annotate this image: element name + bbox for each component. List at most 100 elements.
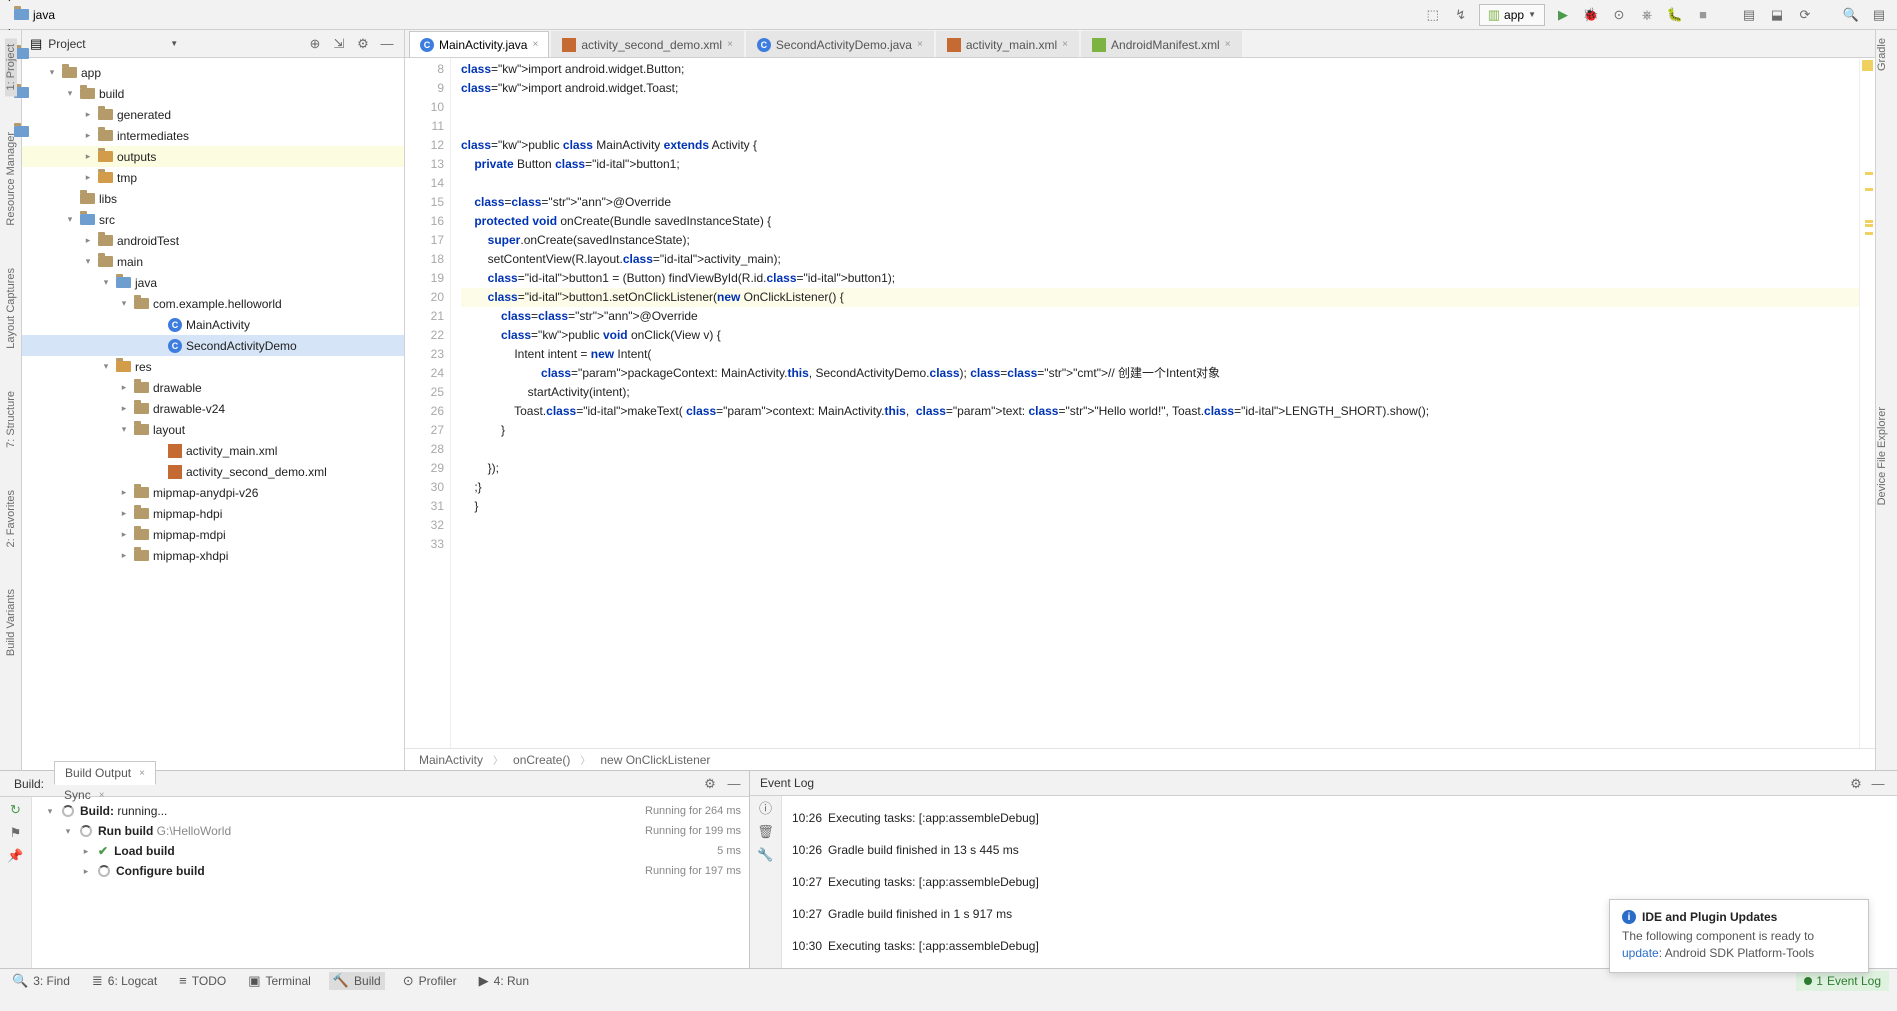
pin-icon[interactable]: 📌 bbox=[7, 849, 23, 862]
editor-breadcrumb-item[interactable]: onCreate() bbox=[513, 753, 570, 767]
run-config-selector[interactable]: ▥ app ▼ bbox=[1479, 4, 1545, 26]
event-log-row[interactable]: 10:26Executing tasks: [:app:assembleDebu… bbox=[792, 802, 1887, 834]
debug-icon[interactable]: 🐞 bbox=[1581, 5, 1601, 25]
chevron-icon[interactable]: ▸ bbox=[82, 109, 94, 120]
gear-icon[interactable]: ⚙ bbox=[701, 775, 719, 793]
gear-icon[interactable]: ⚙ bbox=[1847, 774, 1865, 792]
chevron-icon[interactable]: ▸ bbox=[82, 151, 94, 162]
project-tree[interactable]: ▾app▾build▸generated▸intermediates▸outpu… bbox=[22, 58, 404, 770]
tree-node[interactable]: activity_second_demo.xml bbox=[22, 461, 404, 482]
close-icon[interactable]: × bbox=[139, 768, 145, 779]
chevron-icon[interactable]: ▸ bbox=[82, 172, 94, 183]
tree-node[interactable]: ▾main bbox=[22, 251, 404, 272]
stripe-favorites[interactable]: 2: Favorites bbox=[5, 484, 17, 553]
stripe-device-file-explorer[interactable]: Device File Explorer bbox=[1876, 399, 1888, 513]
tree-node[interactable]: ▸mipmap-hdpi bbox=[22, 503, 404, 524]
tree-node[interactable]: ▸tmp bbox=[22, 167, 404, 188]
chevron-icon[interactable]: ▸ bbox=[118, 508, 130, 519]
editor-code[interactable]: class="kw">import android.widget.Button;… bbox=[451, 58, 1859, 748]
tree-node[interactable]: ▸drawable-v24 bbox=[22, 398, 404, 419]
avd-manager-icon[interactable]: ▤ bbox=[1739, 5, 1759, 25]
wrench-icon[interactable]: 🔧 bbox=[757, 848, 773, 861]
chevron-icon[interactable]: ▾ bbox=[100, 361, 112, 372]
delete-icon[interactable]: 🗑 bbox=[757, 825, 774, 838]
build-tab[interactable]: Build Output× bbox=[54, 761, 156, 785]
stripe-resource-manager[interactable]: Resource Manager bbox=[5, 126, 17, 232]
tree-node[interactable]: libs bbox=[22, 188, 404, 209]
chevron-icon[interactable]: ▸ bbox=[118, 487, 130, 498]
stripe-structure[interactable]: 7: Structure bbox=[5, 385, 17, 454]
sync-icon[interactable]: ↯ bbox=[1451, 5, 1471, 25]
dropdown-icon[interactable]: ▼ bbox=[170, 39, 178, 48]
editor-tab[interactable]: activity_main.xml× bbox=[936, 31, 1079, 57]
stripe-layout-captures[interactable]: Layout Captures bbox=[5, 262, 17, 355]
tree-node[interactable]: activity_main.xml bbox=[22, 440, 404, 461]
chevron-icon[interactable]: ▸ bbox=[118, 550, 130, 561]
status-item[interactable]: 🔍3: Find bbox=[8, 972, 74, 990]
tree-node[interactable]: ▾java bbox=[22, 272, 404, 293]
settings-icon[interactable]: ▤ bbox=[1869, 5, 1889, 25]
tree-node[interactable]: ▸drawable bbox=[22, 377, 404, 398]
hide-icon[interactable]: — bbox=[725, 775, 743, 793]
info-icon[interactable]: ⓘ bbox=[759, 802, 772, 815]
tree-node[interactable]: ▾src bbox=[22, 209, 404, 230]
chevron-icon[interactable]: ▾ bbox=[46, 67, 58, 78]
search-icon[interactable]: 🔍 bbox=[1841, 5, 1861, 25]
tree-node[interactable]: ▸generated bbox=[22, 104, 404, 125]
rerun-icon[interactable]: ↻ bbox=[10, 803, 21, 816]
tree-node[interactable]: ▸mipmap-mdpi bbox=[22, 524, 404, 545]
event-log-row[interactable]: 10:26Gradle build finished in 13 s 445 m… bbox=[792, 834, 1887, 866]
chevron-icon[interactable]: ▾ bbox=[100, 277, 112, 288]
collapse-icon[interactable]: ⇲ bbox=[330, 35, 348, 53]
chevron-icon[interactable]: ▸ bbox=[82, 130, 94, 141]
update-balloon[interactable]: i IDE and Plugin Updates The following c… bbox=[1609, 899, 1869, 973]
editor-tab[interactable]: activity_second_demo.xml× bbox=[551, 31, 744, 57]
tree-node[interactable]: ▾build bbox=[22, 83, 404, 104]
sdk-manager-icon[interactable]: ⬓ bbox=[1767, 5, 1787, 25]
build-tree[interactable]: ▾Build: running...Running for 264 ms▾Run… bbox=[32, 797, 749, 968]
tree-node[interactable]: ▾com.example.helloworld bbox=[22, 293, 404, 314]
attach-debugger-icon[interactable]: 🐛 bbox=[1665, 5, 1685, 25]
status-item[interactable]: ⊙Profiler bbox=[399, 972, 461, 990]
stripe-gradle[interactable]: Gradle bbox=[1876, 30, 1888, 79]
stripe-build-variants[interactable]: Build Variants bbox=[5, 583, 17, 662]
status-item[interactable]: 🔨Build bbox=[329, 972, 385, 990]
editor-tab[interactable]: AndroidManifest.xml× bbox=[1081, 31, 1242, 57]
hide-icon[interactable]: — bbox=[378, 35, 396, 53]
tree-node[interactable]: ▾app bbox=[22, 62, 404, 83]
stripe-project[interactable]: 1: Project bbox=[5, 38, 17, 96]
filter-icon[interactable]: ⚑ bbox=[10, 826, 22, 839]
chevron-icon[interactable]: ▾ bbox=[118, 298, 130, 309]
run-icon[interactable]: ▶ bbox=[1553, 5, 1573, 25]
coverage-icon[interactable]: ⎈ bbox=[1637, 5, 1657, 25]
tree-node[interactable]: ▸androidTest bbox=[22, 230, 404, 251]
status-item[interactable]: ≡TODO bbox=[175, 972, 230, 990]
editor-breadcrumb-item[interactable]: new OnClickListener bbox=[600, 753, 710, 767]
editor-tab[interactable]: CSecondActivityDemo.java× bbox=[746, 31, 934, 57]
chevron-icon[interactable]: ▸ bbox=[118, 403, 130, 414]
close-icon[interactable]: × bbox=[917, 39, 923, 50]
stop-icon[interactable]: ■ bbox=[1693, 5, 1713, 25]
close-icon[interactable]: × bbox=[1062, 39, 1068, 50]
tree-node[interactable]: ▸mipmap-anydpi-v26 bbox=[22, 482, 404, 503]
tree-node[interactable]: CMainActivity bbox=[22, 314, 404, 335]
tree-node[interactable]: ▸intermediates bbox=[22, 125, 404, 146]
editor-tab[interactable]: CMainActivity.java× bbox=[409, 31, 549, 57]
close-icon[interactable]: × bbox=[1225, 39, 1231, 50]
chevron-icon[interactable]: ▾ bbox=[64, 214, 76, 225]
editor-gutter[interactable]: 8910111213141516171819202122232425262728… bbox=[405, 58, 451, 748]
tree-node[interactable]: ▾res bbox=[22, 356, 404, 377]
tree-node[interactable]: ▸outputs bbox=[22, 146, 404, 167]
status-item[interactable]: ▶4: Run bbox=[475, 972, 533, 990]
chevron-icon[interactable]: ▸ bbox=[118, 529, 130, 540]
status-item[interactable]: ≣6: Logcat bbox=[88, 972, 161, 990]
chevron-icon[interactable]: ▸ bbox=[118, 382, 130, 393]
gradle-sync-icon[interactable]: ⟳ bbox=[1795, 5, 1815, 25]
editor-breadcrumb[interactable]: MainActivity〉onCreate()〉new OnClickListe… bbox=[405, 748, 1875, 770]
profile-icon[interactable]: ⊙ bbox=[1609, 5, 1629, 25]
tree-node[interactable]: CSecondActivityDemo bbox=[22, 335, 404, 356]
tree-node[interactable]: ▸mipmap-xhdpi bbox=[22, 545, 404, 566]
update-link[interactable]: update bbox=[1622, 946, 1659, 960]
event-log-row[interactable]: 10:27Executing tasks: [:app:assembleDebu… bbox=[792, 866, 1887, 898]
make-project-icon[interactable]: ⬚ bbox=[1423, 5, 1443, 25]
